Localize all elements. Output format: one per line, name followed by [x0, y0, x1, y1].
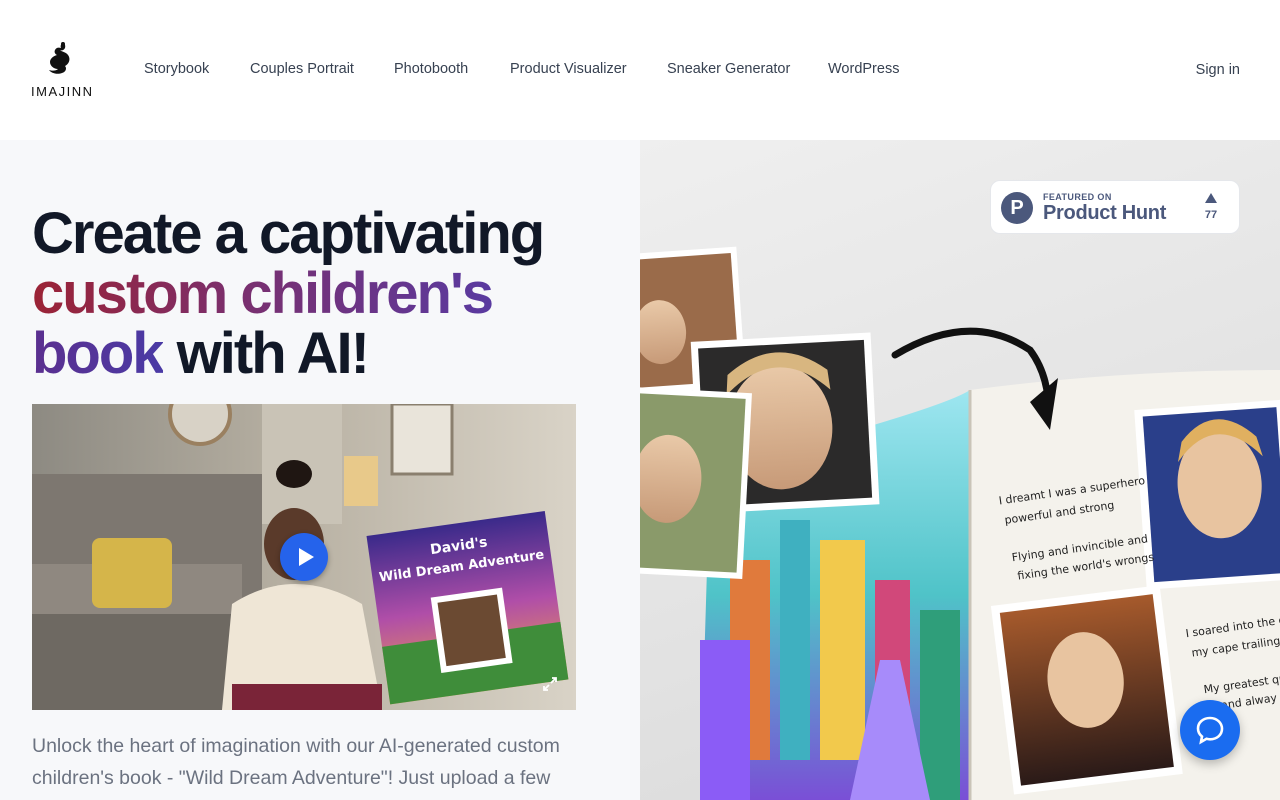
nav-couples-portrait[interactable]: Couples Portrait	[250, 61, 354, 77]
fullscreen-icon[interactable]	[542, 676, 558, 692]
hero-showcase: I dreamt I was a superhero powerful and …	[640, 140, 1280, 800]
nav-storybook[interactable]: Storybook	[144, 61, 209, 77]
chat-support-button[interactable]	[1180, 700, 1240, 760]
genie-logo-icon	[49, 42, 70, 74]
logo[interactable]: IMAJINN	[31, 40, 94, 102]
headline-line-1: Create a captivating	[32, 201, 545, 266]
headline-line-3-rest: with AI!	[162, 321, 370, 386]
upvote-arrow-icon	[1205, 193, 1217, 203]
hero-description: Unlock the heart of imagination with our…	[32, 735, 560, 789]
play-button[interactable]	[280, 533, 328, 581]
nav-photobooth[interactable]: Photobooth	[394, 61, 468, 77]
headline-line-3-highlight: book	[32, 321, 165, 386]
intro-video[interactable]: David's Wild Dream Adventure	[32, 404, 576, 710]
product-hunt-featured: FEATURED ON	[1043, 192, 1112, 202]
chat-icon	[1196, 716, 1224, 745]
product-hunt-votes: 77	[1204, 209, 1218, 221]
sign-in-link[interactable]: Sign in	[1196, 61, 1240, 79]
site-header: IMAJINN Storybook Couples Portrait Photo…	[0, 0, 1280, 140]
headline-line-2: custom children's	[32, 261, 494, 326]
logo-text: IMAJINN	[31, 84, 94, 99]
nav-wordpress[interactable]: WordPress	[828, 61, 899, 77]
product-hunt-logo-icon: P	[1001, 192, 1033, 224]
showcase-illustration: I dreamt I was a superhero powerful and …	[640, 246, 1280, 800]
product-hunt-badge[interactable]: P FEATURED ON Product Hunt 77	[990, 180, 1240, 234]
hero-headline: Create a captivating custom children's b…	[32, 204, 622, 384]
nav-sneaker-generator[interactable]: Sneaker Generator	[667, 61, 790, 77]
product-hunt-name: Product Hunt	[1043, 202, 1167, 224]
hero-left: Create a captivating custom children's b…	[0, 140, 640, 800]
nav-product-visualizer[interactable]: Product Visualizer	[510, 61, 627, 77]
